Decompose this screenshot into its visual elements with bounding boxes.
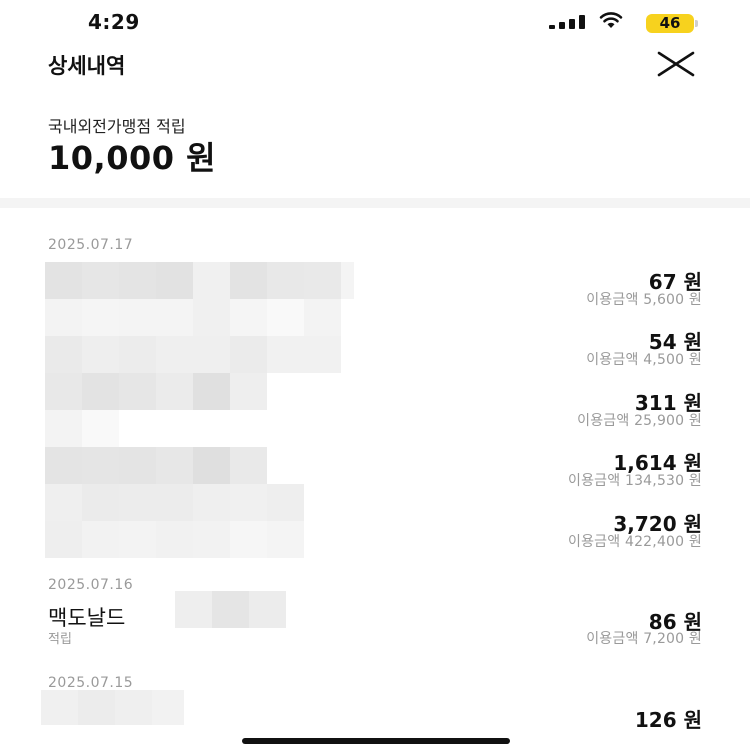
- usage-amount: 이용금액 4,500 원: [586, 352, 702, 368]
- redacted-merchant: [45, 373, 267, 410]
- reward-amount: 126 원: [634, 708, 702, 732]
- redacted-merchant: [41, 690, 184, 725]
- wifi-icon: [599, 12, 623, 28]
- date-header: 2025.07.17: [48, 237, 134, 253]
- usage-amount: 이용금액 5,600 원: [586, 292, 702, 308]
- usage-amount: 이용금액 422,400 원: [568, 534, 702, 550]
- usage-amount: 이용금액 25,900 원: [577, 413, 702, 429]
- signal-icon: [549, 15, 585, 29]
- battery-icon: 46: [646, 14, 698, 33]
- battery-level: 46: [659, 14, 681, 32]
- usage-amount: 이용금액 7,200 원: [586, 631, 702, 647]
- redacted-merchant: [45, 521, 304, 558]
- redacted-merchant: [45, 447, 267, 484]
- status-bar: 4:29 46: [0, 0, 750, 44]
- redacted-merchant: [45, 299, 341, 336]
- reward-type: 적립: [48, 632, 72, 647]
- summary-total: 10,000 원: [48, 139, 217, 177]
- redacted-merchant: [175, 591, 286, 628]
- usage-amount: 이용금액 134,530 원: [568, 473, 702, 489]
- date-header: 2025.07.16: [48, 577, 134, 593]
- home-indicator[interactable]: [242, 738, 510, 744]
- redacted-merchant: [45, 410, 119, 447]
- page-title: 상세내역: [48, 54, 126, 78]
- section-divider: [0, 198, 750, 208]
- redacted-merchant: [45, 484, 304, 521]
- redacted-merchant: [45, 336, 341, 373]
- close-icon[interactable]: [657, 51, 695, 77]
- redacted-merchant: [45, 262, 354, 299]
- status-time: 4:29: [88, 10, 140, 34]
- battery-tip: [695, 20, 698, 27]
- date-header: 2025.07.15: [48, 675, 134, 691]
